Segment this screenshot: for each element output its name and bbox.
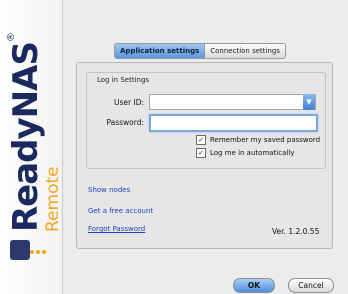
version-label: Ver. 1.2.0.55	[272, 227, 320, 236]
userid-combobox[interactable]	[149, 94, 316, 110]
signal-dot-icon	[36, 250, 40, 254]
cancel-button[interactable]: Cancel	[288, 278, 334, 293]
create-account-link[interactable]: Get a free account	[88, 207, 153, 215]
tab-connection-settings[interactable]: Connection settings	[204, 44, 285, 58]
chevron-down-icon[interactable]: ▼	[303, 94, 315, 110]
remember-password-option[interactable]: ✓ Remember my saved password	[196, 135, 320, 145]
show-nodes-link[interactable]: Show nodes	[88, 186, 130, 194]
password-label: Password:	[106, 118, 144, 127]
nas-device-icon	[10, 240, 30, 260]
readynas-remote-window: ReadyNAS® Remote Application settings Co…	[0, 0, 348, 294]
userid-label: User ID:	[114, 98, 144, 107]
tab-bar: Application settings Connection settings	[114, 43, 287, 59]
password-field[interactable]	[149, 114, 318, 132]
brand-subtitle: Remote	[43, 166, 63, 232]
remember-password-checkbox[interactable]: ✓	[196, 135, 206, 145]
brand-strip: ReadyNAS® Remote	[0, 0, 63, 294]
auto-login-checkbox[interactable]: ✓	[196, 148, 206, 158]
forgot-password-link[interactable]: Forgot Password	[88, 225, 145, 233]
brand-trademark: ®	[6, 32, 17, 43]
tab-application-settings[interactable]: Application settings	[115, 44, 205, 58]
brand-logo: ReadyNAS®	[6, 32, 46, 232]
auto-login-label[interactable]: Log me in automatically	[210, 149, 294, 157]
signal-dot-icon	[42, 250, 46, 254]
remember-password-label[interactable]: Remember my saved password	[210, 136, 320, 144]
brand-name: ReadyNAS	[6, 42, 46, 232]
login-settings-title: Log in Settings	[97, 76, 150, 84]
auto-login-option[interactable]: ✓ Log me in automatically	[196, 148, 294, 158]
ok-button[interactable]: OK	[233, 278, 275, 293]
signal-dot-icon	[30, 250, 34, 254]
